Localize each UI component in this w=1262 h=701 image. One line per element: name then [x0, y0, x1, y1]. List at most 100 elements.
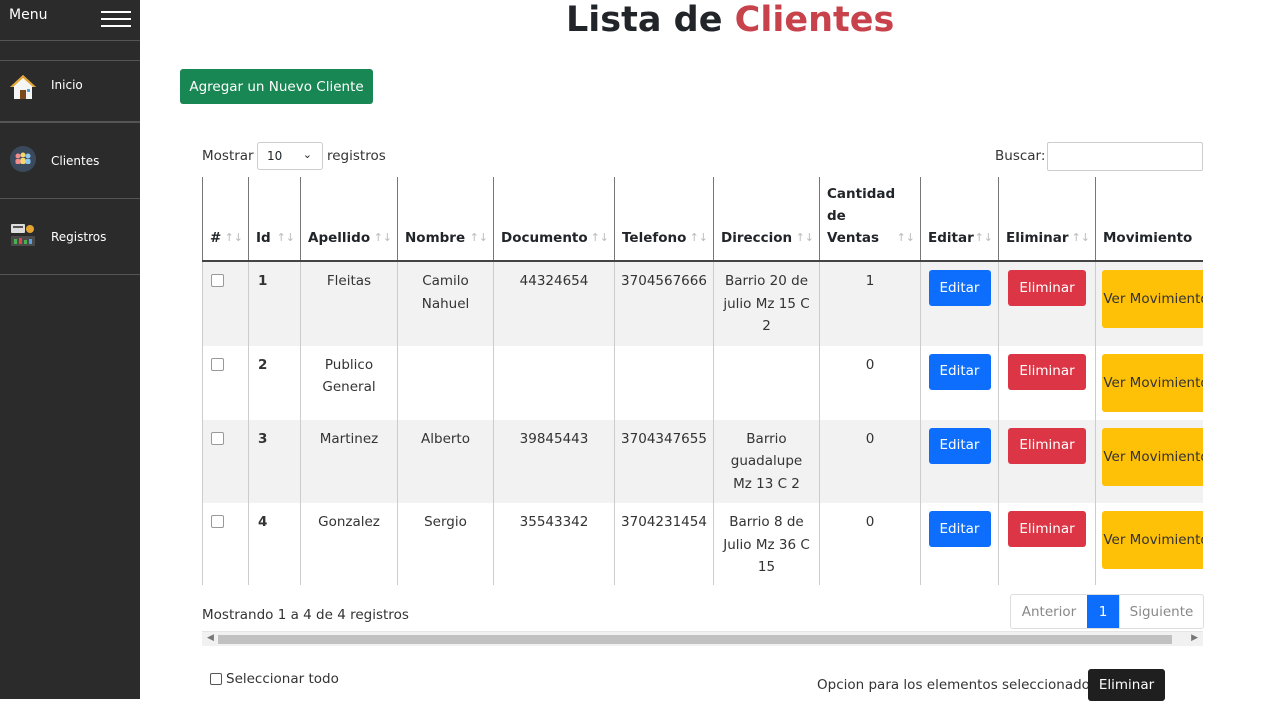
clients-table: # ↑↓ Id ↑↓ Apellido ↑↓ Nombre ↑↓ Documento ↑↓…: [202, 177, 1203, 585]
row-checkbox[interactable]: [211, 515, 224, 528]
cell-nombre: Alberto: [397, 419, 494, 503]
table-row: 1 Fleitas Camilo Nahuel 44324654 3704567…: [202, 261, 1203, 346]
column-header[interactable]: Cantidad de Ventas ↑↓: [819, 177, 921, 262]
cell-direccion: Barrio 8 de Julio Mz 36 C 15: [713, 503, 820, 585]
column-header[interactable]: Nombre ↑↓: [397, 177, 494, 262]
cell-documento: 39845443: [493, 419, 615, 503]
cell-nombre: Sergio: [397, 503, 494, 585]
cell-direccion: [713, 345, 820, 420]
cell-documento: 44324654: [493, 261, 615, 346]
column-header[interactable]: Movimiento↑↓: [1095, 177, 1203, 262]
delete-button[interactable]: Eliminar: [1008, 427, 1086, 464]
select-all-label: Seleccionar todo: [226, 671, 339, 687]
column-header[interactable]: Editar ↑↓: [920, 177, 999, 262]
cell-telefono: [614, 345, 714, 420]
table-row: 3 Martinez Alberto 39845443 3704347655 B…: [202, 419, 1203, 503]
cell-nombre: [397, 345, 494, 420]
sort-icon: ↑↓: [689, 231, 708, 244]
sort-icon: ↑↓: [373, 231, 392, 244]
view-movement-button[interactable]: Ver Movimiento: [1102, 427, 1203, 486]
sort-icon: ↑↓: [974, 231, 993, 244]
scrollbar-thumb[interactable]: [218, 635, 1172, 644]
edit-button[interactable]: Editar: [928, 427, 991, 464]
bulk-options-label: Opcion para los elementos seleccionados: [817, 677, 1097, 693]
sidebar: Menu Inicio Clientes Registros: [0, 0, 140, 699]
cell-id: 3: [248, 419, 301, 503]
cell-telefono: 3704231454: [614, 503, 714, 585]
sort-icon: ↑↓: [795, 231, 814, 244]
cell-nombre: Camilo Nahuel: [397, 261, 494, 346]
cell-id: 2: [248, 345, 301, 420]
search-label: Buscar:: [995, 148, 1046, 164]
sidebar-item-clientes[interactable]: Clientes: [0, 122, 140, 199]
pagination: Anterior 1 Siguiente: [1010, 594, 1204, 629]
length-label: Mostrar: [202, 148, 254, 164]
column-header[interactable]: Eliminar ↑↓: [998, 177, 1096, 262]
view-movement-button[interactable]: Ver Movimiento: [1102, 353, 1203, 412]
search-input[interactable]: [1047, 142, 1203, 171]
registers-icon: [11, 224, 35, 246]
page-length-select[interactable]: 10 ⌄: [257, 142, 323, 170]
page-length-value: 10: [267, 149, 283, 163]
table-row: 4 Gonzalez Sergio 35543342 3704231454 Ba…: [202, 503, 1203, 585]
row-checkbox[interactable]: [211, 431, 224, 445]
home-icon: [10, 75, 36, 99]
delete-button[interactable]: Eliminar: [1008, 270, 1086, 306]
cell-documento: [493, 345, 615, 420]
sort-icon: ↑↓: [896, 231, 915, 244]
column-header[interactable]: Id ↑↓: [248, 177, 301, 262]
cell-ventas: 0: [819, 503, 921, 585]
cell-direccion: Barrio guadalupe Mz 13 C 2: [713, 419, 820, 503]
column-header[interactable]: Documento ↑↓: [493, 177, 615, 262]
pagination-page-1[interactable]: 1: [1087, 595, 1119, 628]
chevron-down-icon: ⌄: [302, 148, 312, 161]
cell-telefono: 3704567666: [614, 261, 714, 346]
edit-button[interactable]: Editar: [928, 270, 991, 306]
menu-label: Menu: [9, 7, 48, 23]
cell-ventas: 1: [819, 261, 921, 346]
pagination-next[interactable]: Siguiente: [1119, 595, 1203, 628]
sort-icon: ↑↓: [590, 231, 609, 244]
cell-apellido: Martinez: [300, 419, 398, 503]
view-movement-button[interactable]: Ver Movimiento: [1102, 511, 1203, 569]
column-header[interactable]: Telefono ↑↓: [614, 177, 714, 262]
clients-icon: [10, 146, 36, 172]
sidebar-item-inicio[interactable]: Inicio: [0, 60, 140, 122]
column-header[interactable]: Apellido ↑↓: [300, 177, 398, 262]
horizontal-scrollbar[interactable]: ◀ ▶: [202, 631, 1203, 646]
row-checkbox[interactable]: [211, 357, 224, 371]
add-client-button[interactable]: Agregar un Nuevo Cliente: [180, 69, 373, 104]
sidebar-item-registros[interactable]: Registros: [0, 198, 140, 275]
cell-documento: 35543342: [493, 503, 615, 585]
edit-button[interactable]: Editar: [928, 353, 991, 390]
cell-ventas: 0: [819, 345, 921, 420]
sidebar-item-label: Clientes: [51, 154, 100, 168]
cell-apellido: Fleitas: [300, 261, 398, 346]
view-movement-button[interactable]: Ver Movimiento: [1102, 270, 1203, 328]
sort-icon: ↑↓: [224, 231, 243, 244]
sidebar-header: Menu: [0, 0, 140, 41]
sidebar-item-label: Inicio: [51, 78, 83, 92]
delete-button[interactable]: Eliminar: [1008, 353, 1086, 390]
cell-apellido: Gonzalez: [300, 503, 398, 585]
column-header[interactable]: # ↑↓: [202, 177, 249, 262]
column-header[interactable]: Direccion ↑↓: [713, 177, 820, 262]
hamburger-menu-icon[interactable]: [101, 11, 131, 27]
cell-id: 1: [248, 261, 301, 346]
bulk-delete-button[interactable]: Eliminar: [1088, 669, 1165, 701]
row-checkbox[interactable]: [211, 274, 224, 287]
sidebar-item-label: Registros: [51, 230, 107, 244]
page-title-prefix: Lista de: [566, 0, 723, 40]
select-all[interactable]: Seleccionar todo: [210, 671, 339, 687]
cell-ventas: 0: [819, 419, 921, 503]
pagination-previous[interactable]: Anterior: [1011, 595, 1087, 628]
scroll-left-arrow-icon[interactable]: ◀: [207, 633, 214, 643]
delete-button[interactable]: Eliminar: [1008, 511, 1086, 547]
scroll-right-arrow-icon[interactable]: ▶: [1191, 633, 1198, 643]
table-row: 2 Publico General 0 Editar Eliminar Ver …: [202, 345, 1203, 420]
cell-telefono: 3704347655: [614, 419, 714, 503]
page-title: Lista de Clientes: [566, 0, 894, 40]
cell-id: 4: [248, 503, 301, 585]
select-all-checkbox[interactable]: [210, 673, 222, 685]
edit-button[interactable]: Editar: [928, 511, 991, 547]
